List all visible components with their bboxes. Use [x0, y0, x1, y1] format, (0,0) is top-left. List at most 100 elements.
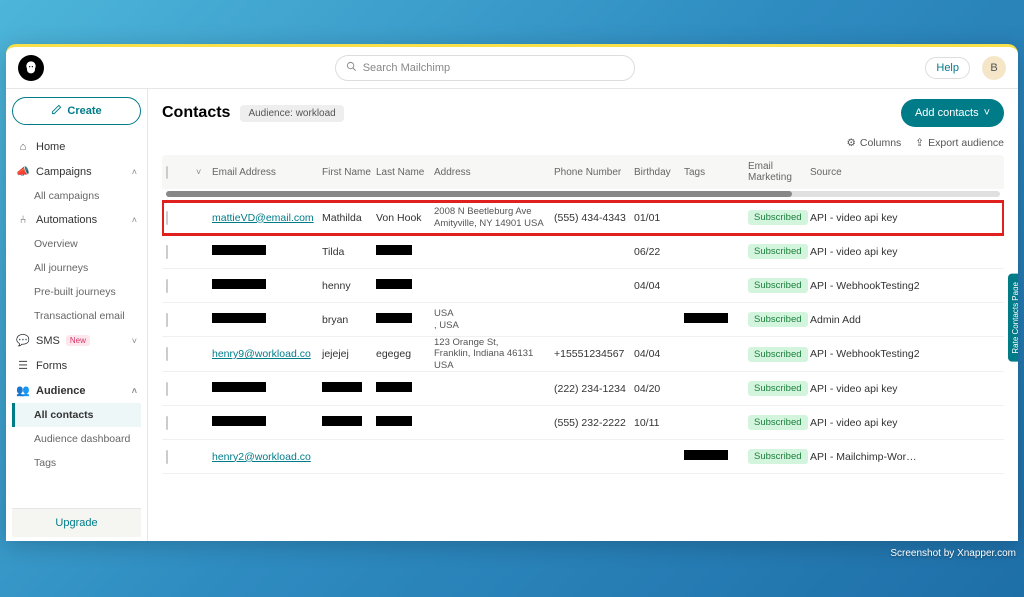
columns-button[interactable]: ⚙ Columns [846, 137, 901, 149]
sidebar-item-label: Home [36, 141, 65, 153]
sidebar-item-tags[interactable]: Tags [12, 451, 141, 475]
col-address[interactable]: Address [434, 167, 554, 178]
sidebar-item-label: Audience [36, 385, 86, 397]
row-checkbox[interactable] [166, 450, 168, 464]
source: API - WebhookTesting2 [810, 280, 920, 292]
sidebar-item-audience[interactable]: 👥 Audience ˄ [12, 378, 141, 403]
sidebar-item-automations[interactable]: ⑃ Automations ˄ [12, 208, 141, 232]
birthday: 04/04 [634, 280, 684, 292]
columns-label: Columns [860, 137, 901, 149]
avatar[interactable]: B [982, 56, 1006, 80]
status-badge: Subscribed [748, 210, 808, 225]
sidebar-item-all-campaigns[interactable]: All campaigns [12, 184, 141, 208]
table-row[interactable]: henry2@workload.coSubscribedAPI - Mailch… [162, 440, 1004, 474]
topbar: Search Mailchimp Help B [6, 47, 1018, 89]
sidebar-item-all-contacts[interactable]: All contacts [12, 403, 141, 427]
last-name: egegeg [376, 348, 434, 360]
tags [684, 313, 748, 326]
row-checkbox[interactable] [166, 382, 168, 396]
table-row[interactable]: henry9@workload.cojejejejegegeg123 Orang… [162, 337, 1004, 372]
table-toolbar: ⚙ Columns ⇪ Export audience [162, 137, 1004, 149]
page-header: Contacts Audience: workload Add contacts… [162, 99, 1004, 127]
email-link[interactable]: mattieVD@email.com [212, 212, 314, 224]
table-row[interactable]: henny04/04SubscribedAPI - WebhookTesting… [162, 269, 1004, 303]
birthday: 01/01 [634, 212, 684, 224]
source: API - video api key [810, 383, 920, 395]
last-name: Von Hook [376, 212, 434, 224]
new-badge: New [66, 335, 90, 346]
source: API - video api key [810, 246, 920, 258]
first-name: henny [322, 280, 376, 292]
sidebar-item-home[interactable]: ⌂ Home [12, 135, 141, 159]
email-link[interactable]: henry2@workload.co [212, 451, 311, 463]
table-row[interactable]: mattieVD@email.comMathildaVon Hook2008 N… [162, 201, 1004, 235]
export-button[interactable]: ⇪ Export audience [915, 137, 1004, 149]
chevron-down-icon[interactable]: ˅ [196, 167, 212, 177]
upgrade-button[interactable]: Upgrade [12, 508, 141, 537]
address: 123 Orange St,Franklin, Indiana 46131 US… [434, 337, 554, 371]
select-all-checkbox[interactable] [166, 166, 168, 179]
create-button[interactable]: Create [12, 97, 141, 125]
watermark: Screenshot by Xnapper.com [890, 548, 1016, 559]
sidebar-item-overview[interactable]: Overview [12, 232, 141, 256]
sidebar-item-audience-dashboard[interactable]: Audience dashboard [12, 427, 141, 451]
row-checkbox[interactable] [166, 279, 168, 293]
page-title: Contacts [162, 104, 230, 122]
add-contacts-label: Add contacts [915, 107, 979, 119]
search-input[interactable]: Search Mailchimp [335, 55, 635, 81]
redacted-email [212, 279, 266, 289]
email-link[interactable]: henry9@workload.co [212, 348, 311, 360]
birthday: 04/04 [634, 348, 684, 360]
chat-icon: 💬 [16, 334, 30, 347]
phone: (555) 434-4343 [554, 212, 634, 224]
row-checkbox[interactable] [166, 245, 168, 259]
create-label: Create [67, 105, 101, 117]
col-tags[interactable]: Tags [684, 167, 748, 178]
col-birthday[interactable]: Birthday [634, 167, 684, 178]
sidebar-item-sms[interactable]: 💬 SMS New ˅ [12, 328, 141, 353]
sidebar-item-label: Automations [36, 214, 97, 226]
table-header: ˅ Email Address First Name Last Name Add… [162, 155, 1004, 189]
chevron-up-icon: ˄ [132, 215, 137, 225]
sidebar-item-transactional[interactable]: Transactional email [12, 304, 141, 328]
col-email[interactable]: Email Address [212, 167, 322, 178]
gear-icon: ⚙ [846, 137, 855, 149]
table-row[interactable]: (222) 234-123404/20SubscribedAPI - video… [162, 372, 1004, 406]
first-name: Tilda [322, 246, 376, 258]
table-row[interactable]: bryanUSA, USASubscribedAdmin Add [162, 303, 1004, 337]
add-contacts-button[interactable]: Add contacts ˅ [901, 99, 1004, 127]
feedback-tab[interactable]: Rate Contacts Page [1008, 274, 1018, 362]
sidebar-item-label: Campaigns [36, 166, 92, 178]
redacted-email [212, 416, 266, 426]
table-row[interactable]: Tilda06/22SubscribedAPI - video api key [162, 235, 1004, 269]
table-row[interactable]: (555) 232-222210/11SubscribedAPI - video… [162, 406, 1004, 440]
col-phone[interactable]: Phone Number [554, 167, 634, 178]
audience-selector[interactable]: Audience: workload [240, 105, 343, 122]
address: USA, USA [434, 308, 554, 331]
redacted-email [212, 313, 266, 323]
col-first[interactable]: First Name [322, 167, 376, 178]
mailchimp-logo[interactable] [18, 55, 44, 81]
row-checkbox[interactable] [166, 347, 168, 361]
source: API - WebhookTesting2 [810, 348, 920, 360]
table-body: mattieVD@email.comMathildaVon Hook2008 N… [162, 201, 1004, 474]
home-icon: ⌂ [16, 141, 30, 153]
sidebar-item-campaigns[interactable]: 📣 Campaigns ˄ [12, 159, 141, 184]
status-badge: Subscribed [748, 347, 808, 362]
status-badge: Subscribed [748, 381, 808, 396]
row-checkbox[interactable] [166, 416, 168, 430]
row-checkbox[interactable] [166, 211, 168, 225]
row-checkbox[interactable] [166, 313, 168, 327]
sidebar-item-prebuilt[interactable]: Pre-built journeys [12, 280, 141, 304]
contacts-table: ˅ Email Address First Name Last Name Add… [162, 155, 1004, 541]
col-marketing[interactable]: Email Marketing [748, 161, 810, 183]
sidebar-item-all-journeys[interactable]: All journeys [12, 256, 141, 280]
col-last[interactable]: Last Name [376, 167, 434, 178]
col-source[interactable]: Source [810, 167, 920, 178]
chevron-down-icon: ˅ [984, 107, 990, 119]
sidebar-item-forms[interactable]: ☰ Forms [12, 353, 141, 378]
horizontal-scrollbar[interactable] [166, 191, 1000, 197]
search-wrap: Search Mailchimp [56, 55, 913, 81]
source: API - video api key [810, 417, 920, 429]
help-button[interactable]: Help [925, 57, 970, 79]
